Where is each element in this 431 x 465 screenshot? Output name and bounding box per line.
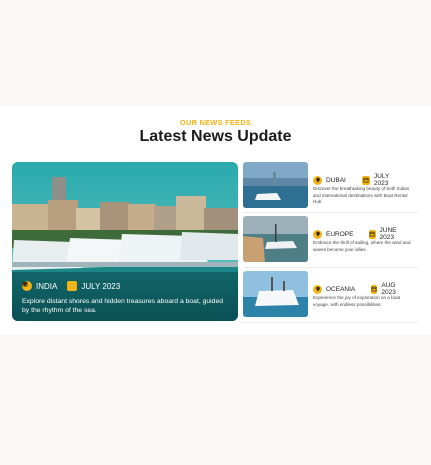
news-location-text: OCEANIA	[326, 285, 356, 293]
news-date-text: AUG 2023	[381, 282, 396, 296]
news-location-text: DUBAI	[326, 176, 346, 184]
calendar-icon	[361, 175, 370, 185]
news-location: EUROPE	[313, 229, 354, 239]
news-description: Embrace the thrill of sailing, where the…	[313, 240, 411, 252]
news-date: JUNE 2023	[369, 227, 402, 241]
map-pin-icon	[313, 284, 322, 294]
news-date-text: JULY 2023	[373, 173, 390, 187]
divider	[243, 322, 418, 323]
calendar-icon	[369, 229, 376, 239]
news-location: DUBAI	[313, 175, 346, 185]
section-title: Latest News Update	[139, 128, 292, 145]
divider	[243, 212, 418, 213]
news-date: AUG 2023	[371, 282, 402, 296]
map-pin-icon	[313, 175, 322, 185]
news-location: OCEANIA	[313, 284, 356, 294]
news-date: JULY 2023	[361, 173, 402, 187]
featured-meta: INDIA JULY 2023	[22, 281, 130, 291]
map-pin-icon	[313, 229, 322, 239]
news-meta: OCEANIA AUG 2023	[313, 282, 418, 296]
news-image	[243, 162, 308, 208]
calendar-icon	[22, 281, 78, 291]
featured-description: Explore distant shores and hidden treasu…	[22, 298, 224, 314]
news-location-text: EUROPE	[326, 230, 354, 238]
news-card-oceania[interactable]: OCEANIA AUG 2023 Experience the joy of e…	[243, 271, 418, 321]
news-description: Experience the joy of exploration on a b…	[313, 295, 401, 307]
section-kicker: OUR NEWS FEEDS	[179, 118, 252, 127]
news-image	[243, 271, 308, 317]
news-card-dubai[interactable]: DUBAI JULY 2023 Discover the breathtakin…	[243, 162, 418, 212]
featured-news-card[interactable]: INDIA JULY 2023 Explore distant shores a…	[12, 162, 238, 321]
news-meta: EUROPE JUNE 2023	[313, 227, 418, 241]
divider	[243, 267, 418, 268]
news-description: Discover the breathtaking beauty of both…	[313, 186, 410, 204]
news-date-text: JUNE 2023	[379, 227, 397, 241]
news-meta: DUBAI JULY 2023	[313, 173, 418, 187]
featured-location-text: INDIA	[36, 281, 58, 291]
news-image	[243, 216, 308, 262]
news-card-europe[interactable]: EUROPE JUNE 2023 Embrace the thrill of s…	[243, 216, 418, 266]
calendar-icon	[371, 284, 378, 294]
featured-date-text: JULY 2023	[81, 281, 121, 291]
featured-date: JULY 2023	[22, 281, 121, 291]
